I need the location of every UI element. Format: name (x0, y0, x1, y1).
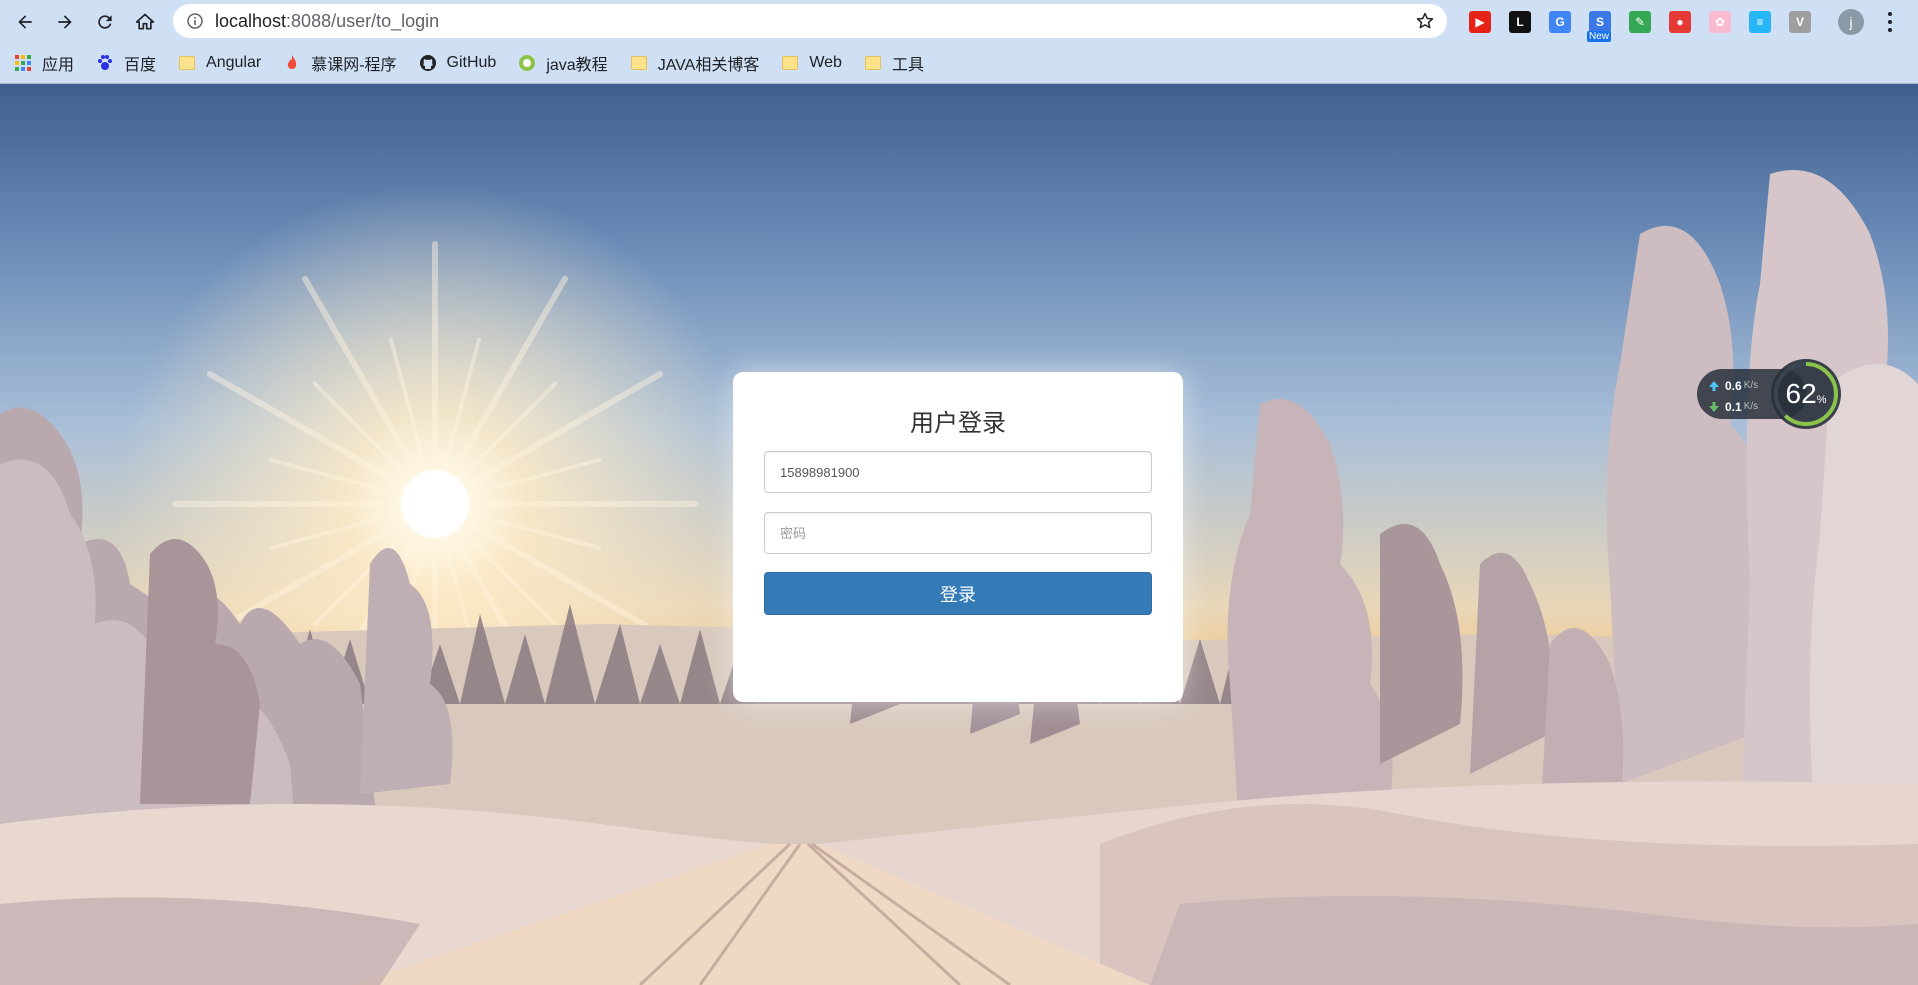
bookmark-label: JAVA相关博客 (657, 57, 760, 74)
baidu-paw-icon (96, 54, 114, 72)
v-extension-icon[interactable]: V (1789, 10, 1811, 33)
bookmarks-bar: 应用 百度 Angular 慕课网-程序 GitHub java教程 JAVA相关博客 Web… (0, 43, 1918, 84)
folder-icon (178, 54, 196, 72)
back-button[interactable] (5, 0, 45, 43)
bookmark-star-icon[interactable] (1415, 11, 1435, 31)
bookmark-label: Angular (206, 54, 262, 71)
login-title: 用户登录 (910, 409, 1006, 437)
memory-gauge: 62% (1771, 359, 1841, 429)
pink-extension-icon[interactable]: ✿ (1709, 10, 1731, 33)
reload-icon (98, 14, 112, 29)
flame-icon (283, 54, 301, 72)
bookmark-label: Web (809, 54, 842, 71)
forward-arrow-icon (58, 14, 72, 29)
login-form: 用户登录 登录 (733, 372, 1183, 702)
bookmark-label: 工具 (891, 57, 924, 74)
extension-badge: New (1587, 30, 1612, 42)
bookmark-item[interactable]: GitHub (419, 54, 497, 72)
extensions-area: ▶ L G S New ✎ ● ✿ ≡ V (1460, 0, 1820, 43)
back-arrow-icon (18, 14, 32, 29)
colorful-extension-icon[interactable]: ✎ (1629, 10, 1651, 33)
home-button[interactable] (125, 0, 165, 43)
login-button[interactable]: 登录 (764, 572, 1152, 615)
folder-icon (630, 54, 648, 72)
forward-button[interactable] (45, 0, 85, 43)
bookmark-label: GitHub (446, 54, 497, 71)
info-icon[interactable] (187, 13, 203, 29)
download-arrow-icon (1709, 401, 1719, 412)
bookmark-item[interactable]: 应用 (14, 51, 74, 75)
folder-icon (864, 54, 882, 72)
red-extension-icon[interactable]: ● (1669, 10, 1691, 33)
github-icon (419, 54, 437, 72)
translate-extension-icon[interactable]: G (1549, 10, 1571, 33)
reload-button[interactable] (85, 0, 125, 43)
youtube-extension-icon[interactable]: ▶ (1469, 10, 1491, 33)
browser-toolbar: localhost:8088/user/to_login ▶ L G S New ✎ ● ✿ ≡… (0, 0, 1918, 43)
password-input[interactable] (764, 512, 1152, 554)
login-page: 用户登录 登录 0.6K/s 0.1K/s 62% (0, 84, 1918, 985)
home-icon (135, 13, 155, 29)
folder-icon (781, 54, 799, 72)
bookmark-item[interactable]: 百度 (96, 51, 156, 75)
address-bar[interactable]: localhost:8088/user/to_login (173, 4, 1447, 38)
gauge-percent: 62% (1785, 378, 1827, 409)
l-extension-icon[interactable]: L (1509, 10, 1531, 33)
bookmark-item[interactable]: 慕课网-程序 (283, 51, 397, 75)
bookmark-item[interactable]: java教程 (518, 51, 608, 75)
apps-grid-icon (14, 54, 32, 72)
new-extension-icon[interactable]: S New (1587, 10, 1612, 42)
bookmark-item[interactable]: Web (781, 54, 842, 72)
bookmark-item[interactable]: 工具 (864, 51, 924, 75)
bookmark-label: java教程 (546, 57, 608, 74)
username-input[interactable] (764, 451, 1152, 493)
bookmark-item[interactable]: Angular (178, 54, 261, 72)
bookmark-label: 慕课网-程序 (311, 57, 397, 74)
bookmark-label: 百度 (124, 57, 157, 74)
green-circle-icon (518, 54, 536, 72)
bookmark-item[interactable]: JAVA相关博客 (630, 51, 760, 75)
profile-avatar[interactable]: j (1838, 9, 1864, 35)
net-speed-widget[interactable]: 0.6 K/s 0.1 K/s 62% (1697, 359, 1843, 429)
upload-arrow-icon (1709, 380, 1719, 391)
url-text: localhost:8088/user/to_login (215, 10, 440, 31)
bookmark-label: 应用 (42, 57, 75, 74)
browser-menu-icon[interactable] (1882, 10, 1898, 34)
blue-doc-extension-icon[interactable]: ≡ (1749, 10, 1771, 33)
